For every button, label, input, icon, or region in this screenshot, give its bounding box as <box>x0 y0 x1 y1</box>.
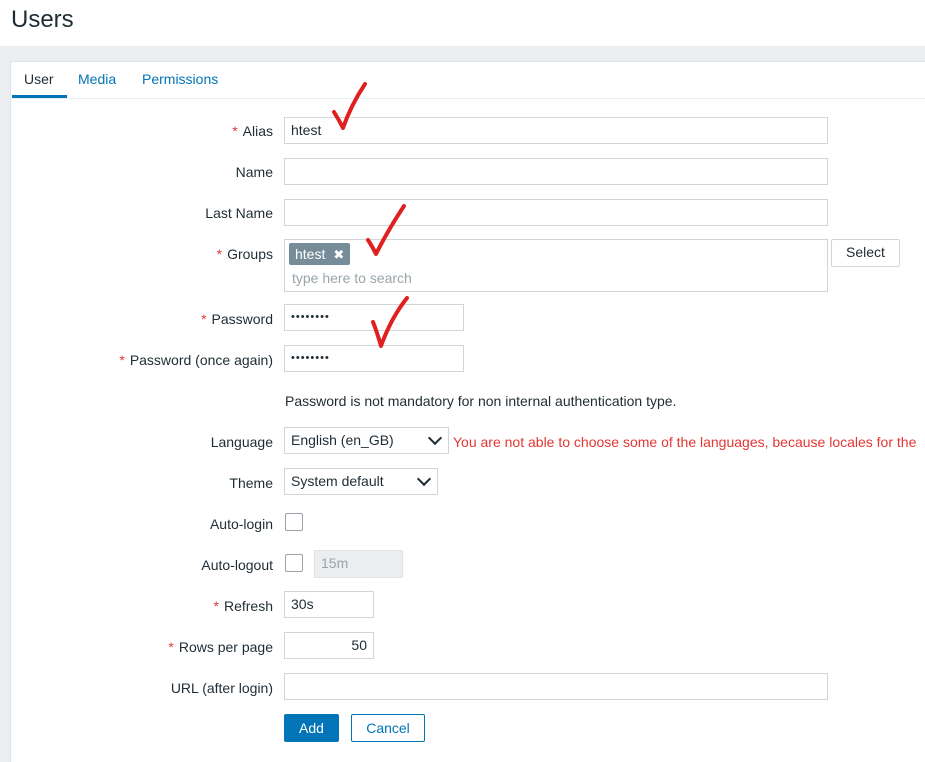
checkmark-icon <box>366 204 406 256</box>
cancel-button[interactable]: Cancel <box>351 714 425 742</box>
chevron-down-icon <box>427 430 443 446</box>
url-after-login-input[interactable] <box>284 673 828 700</box>
group-chip: htest ✖ <box>289 243 351 265</box>
last-name-label: Last Name <box>205 205 273 221</box>
refresh-input[interactable]: 30s <box>284 591 374 618</box>
auto-logout-input: 15m <box>314 550 403 578</box>
checkmark-icon <box>371 296 409 348</box>
auto-logout-label: Auto-logout <box>201 557 273 573</box>
chevron-down-icon <box>416 471 432 487</box>
url-after-login-label: URL (after login) <box>170 680 273 696</box>
language-label: Language <box>210 434 273 450</box>
remove-chip-icon[interactable]: ✖ <box>333 247 344 262</box>
active-tab-indicator <box>12 95 67 98</box>
password-hint: Password is not mandatory for non intern… <box>285 393 677 409</box>
tab-permissions[interactable]: Permissions <box>142 71 218 87</box>
tab-media[interactable]: Media <box>78 71 116 87</box>
language-select[interactable]: English (en_GB) <box>284 427 449 454</box>
theme-label: Theme <box>229 475 273 491</box>
form-panel: User Media Permissions * Alias htest Name… <box>10 61 925 762</box>
tab-user[interactable]: User <box>24 71 54 87</box>
theme-select-value: System default <box>291 473 384 489</box>
groups-search-input[interactable]: type here to search <box>292 270 412 286</box>
tab-bar: User Media Permissions <box>11 62 925 99</box>
alias-label: * Alias <box>232 123 273 139</box>
refresh-label: * Refresh <box>213 598 273 614</box>
theme-select[interactable]: System default <box>284 468 438 495</box>
rows-per-page-label: * Rows per page <box>168 639 273 655</box>
groups-select-button[interactable]: Select <box>831 239 900 267</box>
language-error: You are not able to choose some of the l… <box>453 434 917 450</box>
language-select-value: English (en_GB) <box>291 432 394 448</box>
password-label: * Password <box>201 311 273 327</box>
name-label: Name <box>235 164 273 180</box>
checkmark-icon <box>332 82 367 130</box>
groups-label: * Groups <box>216 246 273 262</box>
page-title: Users <box>11 6 74 33</box>
auto-logout-checkbox[interactable] <box>285 554 303 572</box>
rows-per-page-input[interactable]: 50 <box>284 632 374 659</box>
password-again-label: * Password (once again) <box>119 352 273 368</box>
auto-login-checkbox[interactable] <box>285 513 303 531</box>
name-input[interactable] <box>284 158 828 185</box>
add-button[interactable]: Add <box>284 714 339 742</box>
auto-login-label: Auto-login <box>209 516 273 532</box>
page-header: Users <box>0 0 925 46</box>
